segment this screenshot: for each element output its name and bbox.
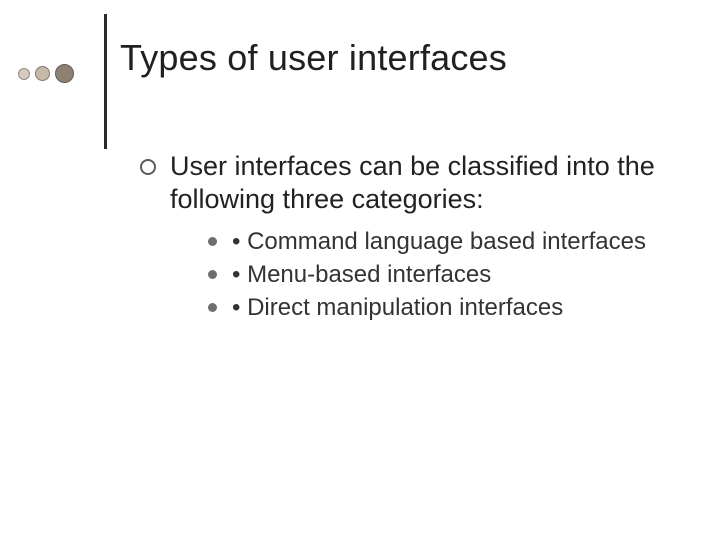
- dot-icon: [55, 64, 74, 83]
- list-item: • Direct manipulation interfaces: [208, 292, 660, 323]
- decorative-dots: [18, 64, 74, 83]
- dot-icon: [35, 66, 50, 81]
- vertical-rule: [104, 14, 107, 149]
- dot-icon: [18, 68, 30, 80]
- slide-body: User interfaces can be classified into t…: [140, 150, 660, 325]
- slide: Types of user interfaces User interfaces…: [0, 0, 720, 540]
- list-item: • Menu-based interfaces: [208, 259, 660, 290]
- slide-title: Types of user interfaces: [120, 37, 690, 79]
- category-list: • Command language based interfaces • Me…: [140, 226, 660, 324]
- intro-text: User interfaces can be classified into t…: [140, 150, 660, 216]
- list-item: • Command language based interfaces: [208, 226, 660, 257]
